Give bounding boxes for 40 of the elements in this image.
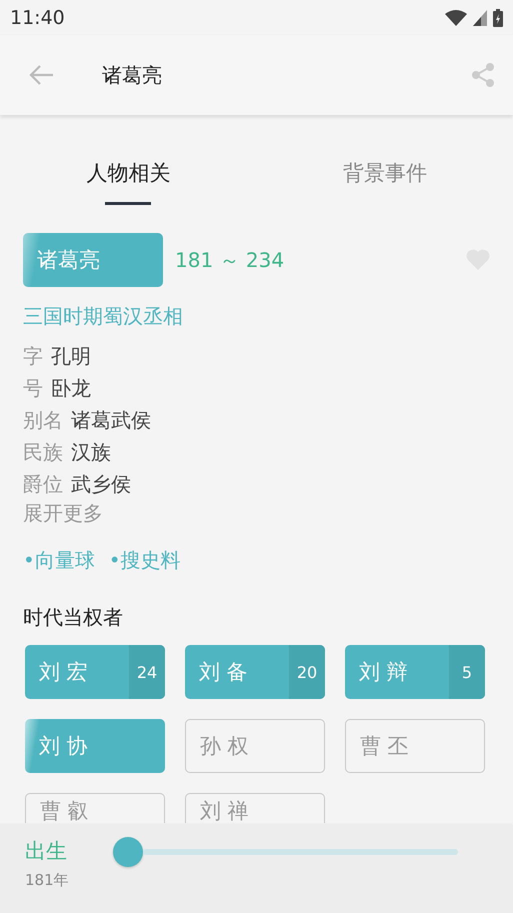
tab[interactable]: 人物相关 [0,140,256,205]
name-tag: 诸葛亮 [23,233,163,287]
battery-icon [493,8,503,26]
count-badge: 24 [129,645,165,699]
fact-value: 诸葛武侯 [71,407,151,434]
count-badge: 20 [289,645,325,699]
share-icon[interactable] [471,62,495,88]
status-time: 11:40 [10,6,65,28]
signal-icon [473,10,487,26]
slider-thumb[interactable] [113,837,143,867]
lifespan-text: 181 ～ 234 [175,246,286,274]
tab[interactable]: 背景事件 [256,140,513,205]
count-badge: 5 [449,645,485,699]
section-title: 时代当权者 [23,604,124,631]
timeline-label: 出生 [25,838,68,865]
ruler-chip[interactable]: 刘 禅 [185,793,325,823]
fact-value: 武乡侯 [71,471,131,498]
link[interactable]: •向量球 [23,547,95,574]
fact-label: 民族 [23,439,63,466]
fact-label: 爵位 [23,471,63,498]
wifi-icon [445,10,467,26]
expand-link[interactable]: 展开更多 [23,500,103,527]
ruler-chip[interactable]: 曹 叡 [25,793,165,823]
fact-value: 孔明 [51,343,91,370]
fact-label: 字 [23,343,43,370]
fact-label: 号 [23,375,43,402]
ruler-chip[interactable]: 刘 宏 24 [25,645,165,699]
page-title: 诸葛亮 [102,62,163,88]
back-icon[interactable] [28,64,54,86]
ruler-chip[interactable]: 刘 协 [25,719,165,773]
timeline-year: 181年 [25,871,70,890]
ruler-chip[interactable]: 刘 备 20 [185,645,325,699]
link[interactable]: •搜史料 [108,547,181,574]
ruler-chip[interactable]: 刘 辩 5 [345,645,485,699]
fact-label: 别名 [23,407,63,434]
ruler-chip[interactable]: 曹 丕 [345,719,485,773]
summary-text: 三国时期蜀汉丞相 [23,303,184,330]
fact-value: 卧龙 [51,375,91,402]
fact-value: 汉族 [71,439,111,466]
ruler-chip[interactable]: 孙 权 [185,719,325,773]
